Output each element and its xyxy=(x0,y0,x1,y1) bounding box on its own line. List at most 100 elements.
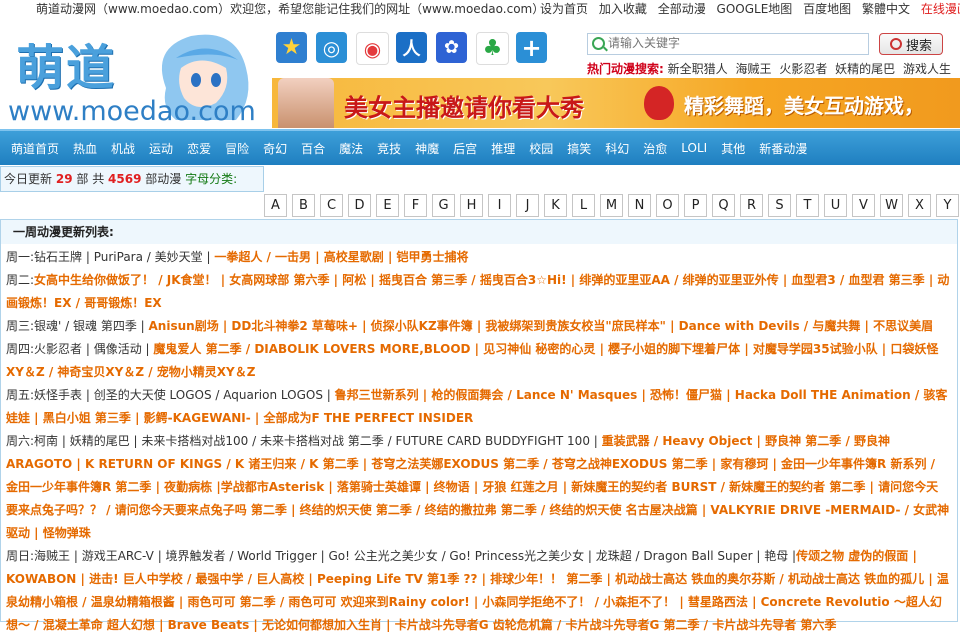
letter-index: A B C D E F G H I J K L M N O P Q R S T … xyxy=(264,194,960,217)
total-count: 4569 xyxy=(108,172,142,186)
baidu-map-link[interactable]: 百度地图 xyxy=(803,2,851,16)
letter-link[interactable]: L xyxy=(572,194,595,217)
letter-link[interactable]: D xyxy=(348,194,371,217)
letter-link[interactable]: V xyxy=(852,194,875,217)
banner-headline: 美女主播邀请你看大秀 xyxy=(344,94,584,122)
banner-subheadline: 精彩舞蹈，美女互动游戏， xyxy=(684,94,924,118)
today-update-stats: 今日更新 29 部 共 4569 部动漫 字母分类: xyxy=(0,166,264,192)
nav-item[interactable]: 竞技 xyxy=(377,140,401,157)
nav-item[interactable]: 搞笑 xyxy=(567,140,591,157)
nav-item[interactable]: 恋爱 xyxy=(187,140,211,157)
top-links: 设为首页 加入收藏 全部动漫 GOOGLE地图 百度地图 繁體中文 在线漫画 xyxy=(540,0,960,18)
letter-link[interactable]: F xyxy=(404,194,427,217)
nav-item[interactable]: 魔法 xyxy=(339,140,363,157)
star-icon[interactable]: ★ xyxy=(276,32,307,63)
letter-link[interactable]: A xyxy=(264,194,287,217)
letter-link[interactable]: G xyxy=(432,194,455,217)
letter-link[interactable]: W xyxy=(880,194,903,217)
day-row-saturday: 周六:柯南 | 妖精的尾巴 | 未来卡搭档对战100 / 未来卡搭档对战 第二季… xyxy=(6,430,950,545)
clover-icon[interactable]: ♣ xyxy=(476,32,509,65)
qzone-icon[interactable]: ◎ xyxy=(316,32,347,63)
day-anime-links[interactable]: 钻石王牌 | PuriPara / 美妙天堂 | xyxy=(34,250,214,264)
day-anime-links[interactable]: 妖怪手表 | 创圣的大天使 LOGOS / Aquarion LOGOS | xyxy=(34,388,335,402)
add-favorite-link[interactable]: 加入收藏 xyxy=(599,2,647,16)
day-anime-links-new[interactable]: Anisun剧场 | DD北斗神拳2 草莓味+ | 侦探小队KZ事件簿 | 我被… xyxy=(149,319,934,333)
hot-search-item[interactable]: 海贼王 xyxy=(735,62,771,76)
nav-item[interactable]: 百合 xyxy=(301,140,325,157)
letter-link[interactable]: J xyxy=(516,194,539,217)
letter-link[interactable]: M xyxy=(600,194,623,217)
hot-search-item[interactable]: 新全职猎人 xyxy=(668,62,728,76)
traditional-chinese-link[interactable]: 繁體中文 xyxy=(862,2,910,16)
letter-link[interactable]: U xyxy=(824,194,847,217)
day-label: 周四: xyxy=(6,342,35,356)
nav-item[interactable]: 奇幻 xyxy=(263,140,287,157)
all-anime-link[interactable]: 全部动漫 xyxy=(658,2,706,16)
day-anime-links-new[interactable]: 女高中生给你做饭了！ / JK食堂！ | 女高网球部 第六季 | 阿松 | 摇曳… xyxy=(6,273,949,310)
nav-item[interactable]: 机战 xyxy=(111,140,135,157)
letter-link[interactable]: H xyxy=(460,194,483,217)
day-anime-links-new[interactable]: 一拳超人 / 一击男 | 高校星歌剧 | 铠甲勇士捕将 xyxy=(214,250,468,264)
site-logo[interactable]: 萌道 www.moedao.com xyxy=(6,26,262,128)
hot-search-item[interactable]: 游戏人生 xyxy=(903,62,951,76)
today-suffix: 部动漫 xyxy=(145,172,182,186)
letter-link[interactable]: O xyxy=(656,194,679,217)
letter-link[interactable]: S xyxy=(768,194,791,217)
day-label: 周一: xyxy=(6,250,35,264)
search-button[interactable]: 搜索 xyxy=(879,33,943,55)
letter-link[interactable]: P xyxy=(684,194,707,217)
today-prefix: 今日更新 xyxy=(4,172,53,186)
letter-link[interactable]: N xyxy=(628,194,651,217)
hot-search-item[interactable]: 火影忍者 xyxy=(779,62,827,76)
weibo-icon[interactable]: ◉ xyxy=(356,32,389,65)
day-anime-links[interactable]: 海贼王 | 游戏王ARC-V | 境界触发者 / World Trigger |… xyxy=(34,549,796,563)
day-anime-links[interactable]: 柯南 | 妖精的尾巴 | 未来卡搭档对战100 / 未来卡搭档对战 第二季 / … xyxy=(34,434,602,448)
nav-item[interactable]: 冒险 xyxy=(225,140,249,157)
day-label: 周日: xyxy=(6,549,35,563)
letter-link[interactable]: K xyxy=(544,194,567,217)
nav-item-new-anime[interactable]: 新番动漫 xyxy=(759,140,807,157)
letter-link[interactable]: I xyxy=(488,194,511,217)
hot-search-item[interactable]: 妖精的尾巴 xyxy=(835,62,895,76)
search-icon xyxy=(592,37,605,50)
letter-link[interactable]: C xyxy=(320,194,343,217)
nav-item[interactable]: 推理 xyxy=(491,140,515,157)
letter-link[interactable]: X xyxy=(908,194,931,217)
nav-item[interactable]: 科幻 xyxy=(605,140,629,157)
weekly-update-title: 一周动漫更新列表: xyxy=(13,225,114,239)
ad-banner[interactable]: 美女主播邀请你看大秀 精彩舞蹈，美女互动游戏， xyxy=(272,78,960,128)
weekly-update-panel: 一周动漫更新列表: 周一:钻石王牌 | PuriPara / 美妙天堂 | 一拳… xyxy=(0,219,958,632)
online-manga-link[interactable]: 在线漫画 xyxy=(921,2,960,16)
search-button-icon xyxy=(889,38,902,50)
day-row-thursday: 周四:火影忍者 | 偶像活动 | 魔鬼爱人 第二季 / DIABOLIK LOV… xyxy=(6,338,950,384)
day-anime-links[interactable]: 火影忍者 | 偶像活动 | xyxy=(34,342,153,356)
letter-link[interactable]: B xyxy=(292,194,315,217)
letter-link[interactable]: Y xyxy=(936,194,959,217)
nav-item[interactable]: 热血 xyxy=(73,140,97,157)
nav-item[interactable]: 运动 xyxy=(149,140,173,157)
nav-item[interactable]: 后宫 xyxy=(453,140,477,157)
nav-item[interactable]: 校园 xyxy=(529,140,553,157)
nav-item[interactable]: 神魔 xyxy=(415,140,439,157)
google-map-link[interactable]: GOOGLE地图 xyxy=(717,2,793,16)
letter-link[interactable]: E xyxy=(376,194,399,217)
letter-link[interactable]: T xyxy=(796,194,819,217)
nav-item[interactable]: LOLI xyxy=(681,141,707,155)
day-anime-links-new[interactable]: 重装武器 / Heavy Object | 野良神 第二季 / 野良神 ARAG… xyxy=(6,434,949,540)
letter-link[interactable]: Q xyxy=(712,194,735,217)
day-label: 周六: xyxy=(6,434,35,448)
nav-item-home[interactable]: 萌道首页 xyxy=(11,140,59,157)
letter-link[interactable]: R xyxy=(740,194,763,217)
day-row-sunday: 周日:海贼王 | 游戏王ARC-V | 境界触发者 / World Trigge… xyxy=(6,545,950,637)
search-input[interactable] xyxy=(608,35,858,51)
renren-icon[interactable]: 人 xyxy=(396,32,427,63)
hot-search: 热门动漫搜索: 新全职猎人 海贼王 火影忍者 妖精的尾巴 游戏人生 xyxy=(587,60,955,77)
baidu-paw-icon[interactable]: ✿ xyxy=(436,32,467,63)
hot-search-label: 热门动漫搜索: xyxy=(587,62,664,76)
logo-url-text: www.moedao.com xyxy=(8,96,256,127)
day-anime-links[interactable]: 银魂' / 银魂 第四季 | xyxy=(34,319,148,333)
plus-icon[interactable]: + xyxy=(516,32,547,63)
nav-item[interactable]: 治愈 xyxy=(643,140,667,157)
set-homepage-link[interactable]: 设为首页 xyxy=(540,2,588,16)
nav-item[interactable]: 其他 xyxy=(721,140,745,157)
